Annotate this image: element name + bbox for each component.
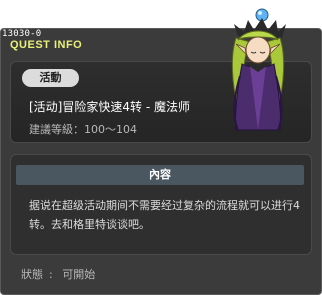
quest-id: 13030-0: [2, 29, 42, 39]
window-title: QUEST INFO: [10, 39, 83, 51]
content-header: 內容: [16, 165, 304, 185]
quest-category-badge: 活動: [22, 69, 79, 87]
npc-portrait-icon: [231, 8, 286, 131]
status-value: 可開始: [62, 268, 96, 281]
quest-name: [活动]冒险家快速4转 - 魔法师: [29, 100, 190, 114]
status-label: 狀態: [21, 268, 43, 281]
status-colon: :: [49, 268, 53, 281]
quest-status: 狀態: 可開始: [21, 266, 101, 282]
quest-description: 据说在超级活动期间不需要经过复杂的流程就可以进行4转。去和格里特谈谈吧。: [29, 199, 300, 231]
quest-level-requirement: 建議等級：100～104: [29, 123, 137, 136]
